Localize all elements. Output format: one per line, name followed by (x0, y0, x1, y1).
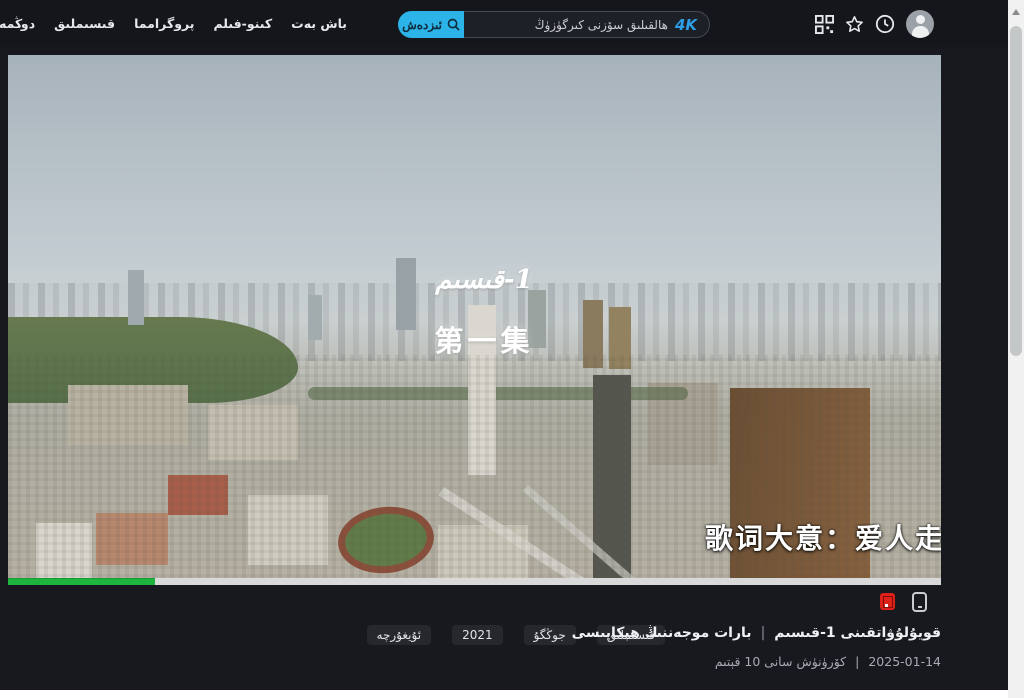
favorites-star-icon[interactable] (843, 13, 865, 35)
menu-item-programs[interactable]: پروگرامما (134, 16, 194, 31)
red-app-icon[interactable] (880, 593, 895, 610)
video-player[interactable]: 1-قىسىم 第一集 歌词大意：爱人走过 (8, 55, 941, 585)
search-button-label: ئىزدەش (402, 18, 442, 32)
search-button[interactable]: ئىزدەش (398, 11, 464, 38)
qr-code-icon[interactable] (813, 13, 835, 35)
episode-overlay-uyghur: 1-قىسىم (428, 265, 540, 295)
search-placeholder: ھالقىلىق سۆزنى كىرگۈزۈڭ (535, 18, 668, 32)
scrollbar-thumb[interactable] (1010, 26, 1022, 356)
page: باش بەت كىنو-فىلم پروگرامما قىسىملىق دوڭ… (0, 0, 1024, 698)
menu-item-home[interactable]: باش بەت (291, 16, 347, 31)
episode-overlay-chinese: 第一集 (426, 318, 542, 360)
tag-country[interactable]: جوڭگۇ (524, 625, 576, 645)
history-clock-icon[interactable] (874, 13, 896, 35)
top-navbar: باش بەت كىنو-فىلم پروگرامما قىسىملىق دوڭ… (0, 0, 1008, 47)
video-title-main: بارات موجەننىڭ ھېكايىسى (572, 625, 752, 641)
meta-separator: | (855, 654, 859, 669)
subtitle-text: 歌词大意：爱人走过 (705, 517, 941, 557)
progress-bar[interactable] (8, 578, 941, 585)
app-background: باش بەت كىنو-فىلم پروگرامما قىسىملىق دوڭ… (0, 0, 1008, 690)
search-icon (447, 18, 460, 31)
search-input[interactable]: ھالقىلىق سۆزنى كىرگۈزۈڭ 4K (464, 11, 710, 38)
video-meta: كۆرۈنۈش سانى 10 قېتىم | 2025-01-14 (715, 654, 941, 669)
progress-fill (8, 578, 155, 585)
title-separator: | (761, 625, 766, 641)
scrollbar[interactable] (1008, 0, 1024, 698)
video-title: بارات موجەننىڭ ھېكايىسى | قويۇلۇۋاتقىنى … (572, 625, 941, 641)
main-menu: باش بەت كىنو-فىلم پروگرامما قىسىملىق دوڭ… (85, 0, 347, 47)
view-count: كۆرۈنۈش سانى 10 قېتىم (715, 654, 846, 669)
menu-item-anime[interactable]: دوڭمەن (0, 16, 35, 31)
mobile-icon[interactable] (912, 592, 927, 612)
brand-4k-logo: 4K (675, 16, 697, 34)
menu-item-movies[interactable]: كىنو-فىلم (213, 16, 272, 31)
publish-date: 2025-01-14 (868, 654, 941, 669)
user-avatar[interactable] (906, 10, 934, 38)
tag-year[interactable]: 2021 (452, 625, 503, 645)
video-title-episode: قويۇلۇۋاتقىنى 1-قىسىم (774, 625, 941, 641)
tag-language[interactable]: ئۇيغۇرچە (367, 625, 432, 645)
menu-item-series[interactable]: قىسىملىق (54, 16, 115, 31)
scrollbar-up-arrow-icon[interactable] (1008, 4, 1024, 20)
